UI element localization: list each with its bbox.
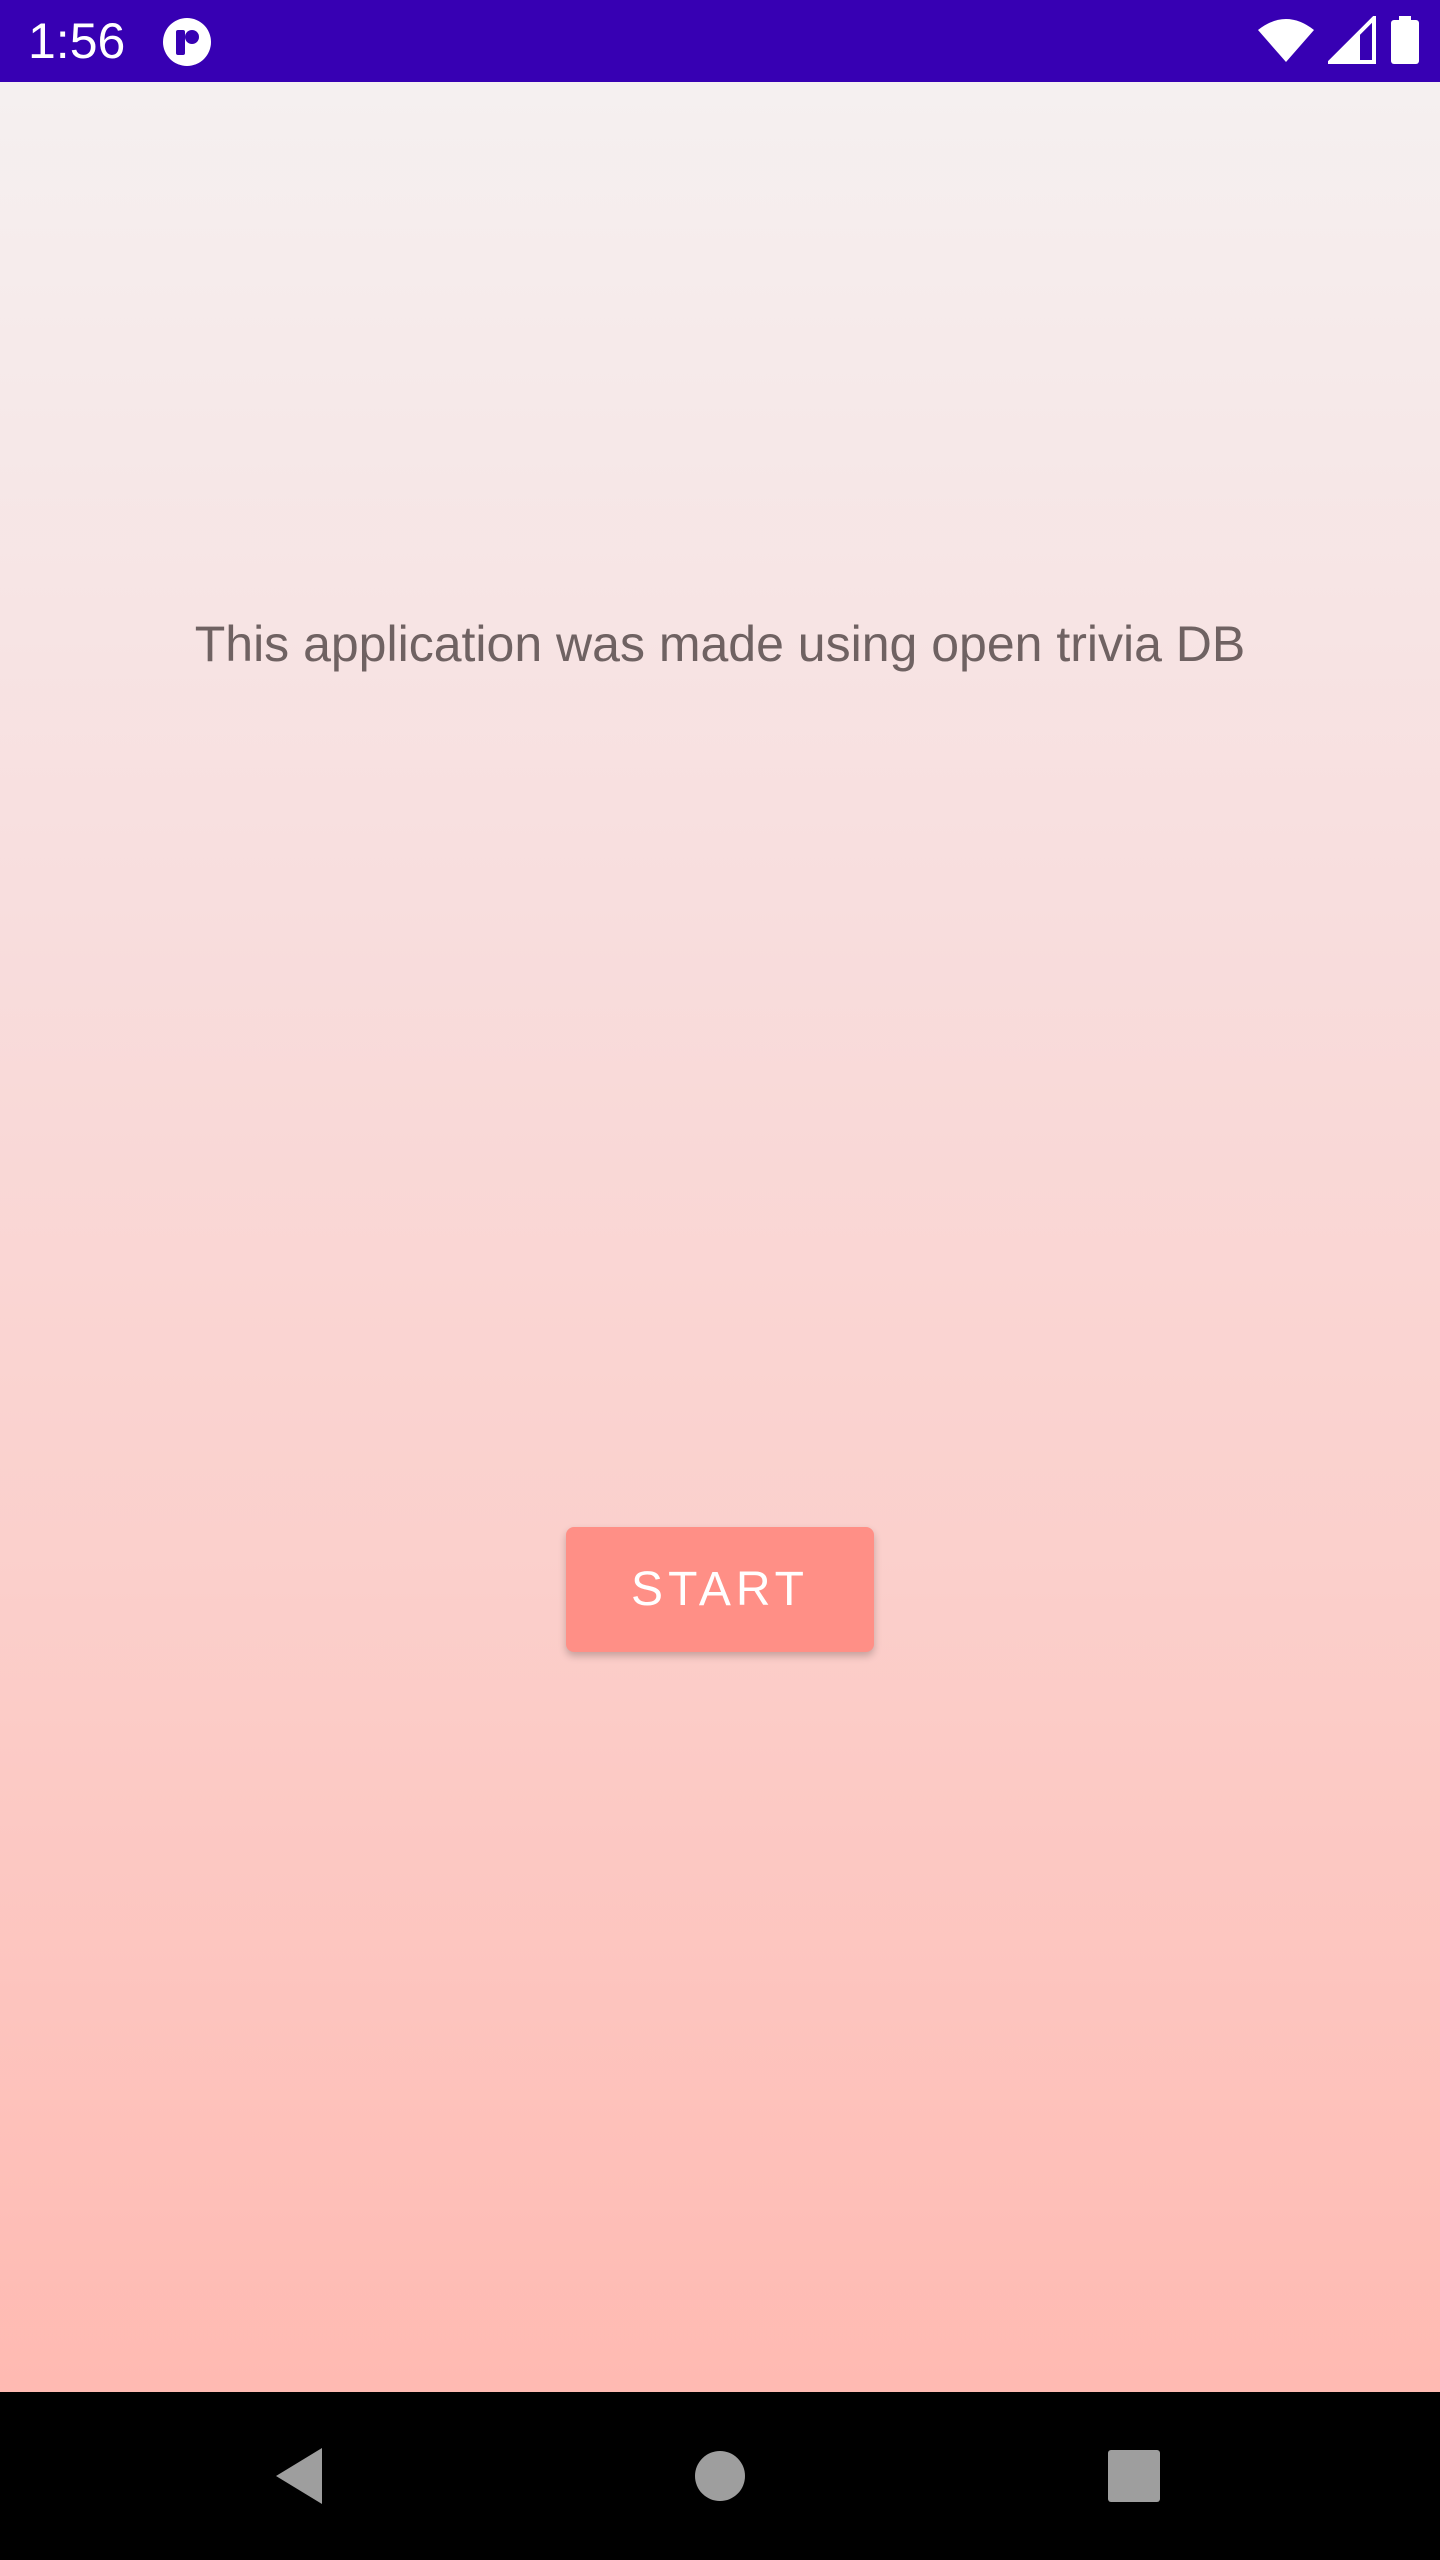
credit-text: This application was made using open tri…: [194, 616, 1246, 672]
status-time: 1:56: [28, 13, 126, 69]
back-icon: [276, 2448, 322, 2504]
app-notification-icon: [162, 17, 212, 67]
battery-icon: [1391, 16, 1419, 64]
recents-button[interactable]: [1094, 2436, 1174, 2516]
wifi-icon: [1258, 19, 1314, 62]
main-content: This application was made using open tri…: [0, 82, 1440, 2392]
screen: 1:56 This application was made using ope…: [0, 0, 1440, 2560]
recents-icon: [1108, 2450, 1160, 2502]
home-icon: [695, 2451, 745, 2501]
status-bar: 1:56: [0, 0, 1440, 82]
cell-signal-icon: [1328, 16, 1376, 64]
home-button[interactable]: [680, 2436, 760, 2516]
back-button[interactable]: [260, 2436, 340, 2516]
start-button[interactable]: START: [566, 1527, 874, 1652]
navigation-bar: [0, 2392, 1440, 2560]
